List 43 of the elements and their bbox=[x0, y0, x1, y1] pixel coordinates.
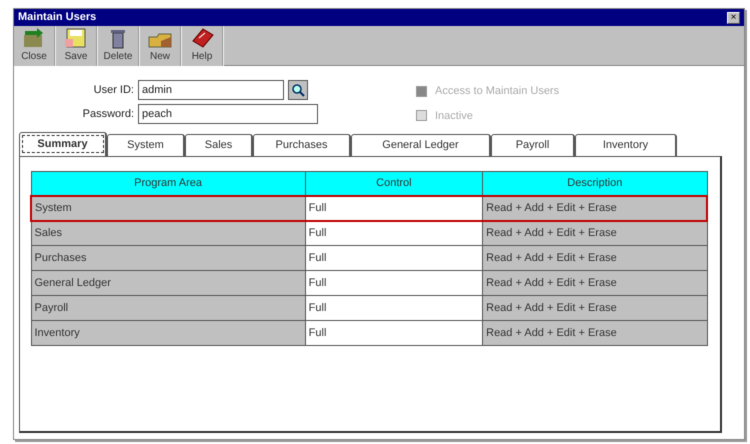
column-header: Description bbox=[482, 172, 707, 196]
table-cell: Payroll bbox=[31, 296, 306, 320]
table-cell: Read + Add + Edit + Erase bbox=[482, 220, 707, 246]
search-icon bbox=[292, 84, 304, 96]
table-cell: System bbox=[31, 196, 306, 220]
input-field[interactable]: peach bbox=[138, 104, 318, 124]
table-cell: Read + Add + Edit + Erase bbox=[482, 246, 707, 270]
field-label: User ID: bbox=[92, 82, 135, 98]
table-cell: Read + Add + Edit + Erase bbox=[482, 196, 707, 220]
tab[interactable]: Inventory bbox=[575, 134, 677, 156]
tab[interactable]: Payroll bbox=[491, 134, 575, 156]
table-cell: Read + Add + Edit + Erase bbox=[482, 320, 707, 346]
table-cell: Read + Add + Edit + Erase bbox=[482, 270, 707, 296]
tab[interactable]: Summary bbox=[19, 132, 107, 156]
table-cell: General Ledger bbox=[31, 270, 306, 296]
toolbar-button[interactable]: Help bbox=[182, 26, 224, 66]
tab[interactable]: System bbox=[107, 134, 185, 156]
table-cell[interactable]: Full bbox=[305, 220, 483, 246]
table-cell: Inventory bbox=[31, 320, 306, 346]
search-button[interactable] bbox=[288, 80, 308, 100]
column-header: Control bbox=[305, 172, 483, 196]
toolbar-button[interactable]: Save bbox=[56, 26, 98, 66]
tab[interactable]: Purchases bbox=[253, 134, 351, 156]
toolbar-button[interactable]: Close bbox=[14, 26, 56, 66]
window-title: Maintain Users bbox=[18, 10, 96, 26]
table-cell[interactable]: Full bbox=[305, 320, 483, 346]
column-header: Program Area bbox=[31, 172, 306, 196]
table-cell[interactable]: Full bbox=[305, 196, 483, 220]
toolbar-button[interactable]: Delete bbox=[98, 26, 140, 66]
table-cell: Purchases bbox=[31, 246, 306, 270]
table-cell: Sales bbox=[31, 220, 306, 246]
checkbox-label: Access to Maintain Users bbox=[435, 84, 560, 99]
tab[interactable]: General Ledger bbox=[351, 134, 491, 156]
close-button[interactable]: × bbox=[727, 12, 740, 24]
table-cell[interactable]: Full bbox=[305, 296, 483, 320]
table-cell[interactable]: Full bbox=[305, 246, 483, 270]
input-field[interactable]: admin bbox=[138, 80, 284, 100]
checkbox-label: Inactive bbox=[435, 108, 473, 124]
table-cell[interactable]: Full bbox=[305, 270, 483, 296]
toolbar-button[interactable]: New bbox=[140, 26, 182, 66]
tab[interactable]: Sales bbox=[185, 134, 253, 156]
table-cell: Read + Add + Edit + Erase bbox=[482, 296, 707, 320]
field-label: Password: bbox=[82, 106, 135, 122]
